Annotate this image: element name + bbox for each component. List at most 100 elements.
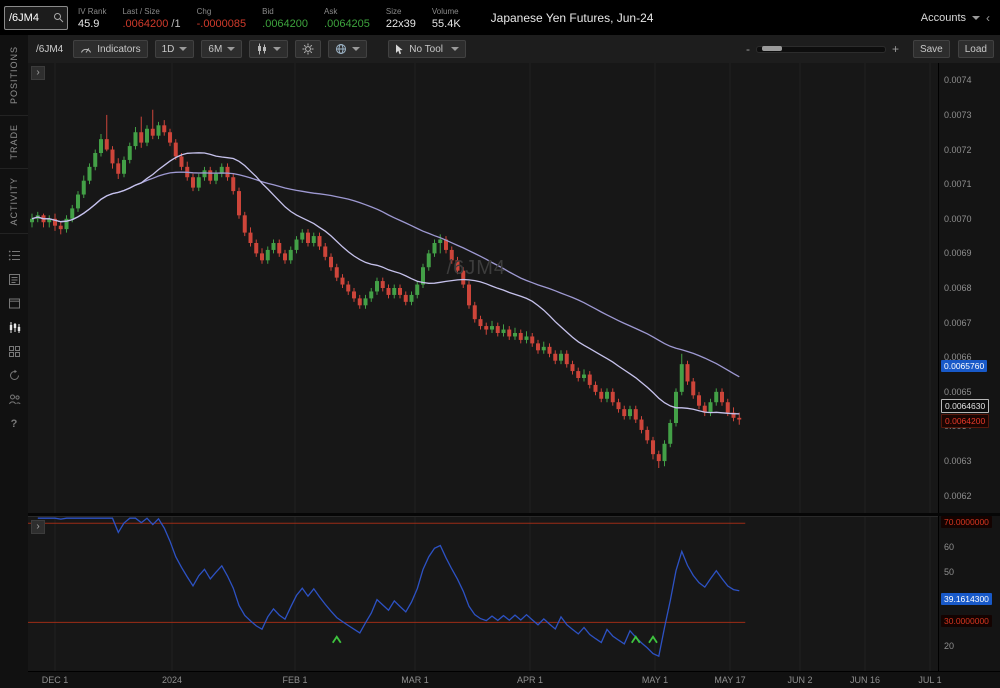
- candle-body: [433, 243, 437, 253]
- candle-body: [410, 295, 414, 302]
- stat-label: IV Rank: [78, 6, 106, 17]
- accounts-menu[interactable]: Accounts ‹: [921, 11, 990, 25]
- stat-ask: Ask.0064205: [324, 6, 370, 30]
- candle-body: [490, 326, 494, 329]
- candle-body: [375, 281, 379, 291]
- candle-body: [203, 170, 207, 177]
- load-button[interactable]: Load: [958, 40, 994, 58]
- time-tick-label: FEB 1: [282, 675, 307, 685]
- chart-symbol-label: /6JM4: [36, 44, 63, 55]
- candle-body: [145, 129, 149, 143]
- candle-body: [594, 385, 598, 392]
- zoom-slider-handle[interactable]: [762, 46, 782, 51]
- rsi-chart[interactable]: [28, 517, 938, 672]
- price-level-badge: 0.0065760: [941, 360, 987, 372]
- cursor-icon: [395, 44, 404, 55]
- candle-body: [128, 146, 132, 160]
- top-quote-bar: IV Rank45.9Last / Size.0064200 /1Chg-.00…: [0, 0, 1000, 35]
- rsi-line: [38, 518, 740, 656]
- candle-body: [174, 143, 178, 157]
- candle-body: [686, 364, 690, 381]
- price-axis[interactable]: 0.00740.00730.00720.00710.00700.00690.00…: [938, 63, 1000, 513]
- candle-body: [657, 454, 661, 461]
- price-tick-label: 0.0072: [944, 145, 972, 155]
- vertical-gridlines: [55, 63, 930, 513]
- sidebar-item-activity[interactable]: ACTIVITY: [0, 169, 28, 234]
- gear-icon: [302, 43, 314, 55]
- stat-size: Size22x39: [386, 6, 416, 30]
- candle-body: [208, 170, 212, 180]
- zoom-in-button[interactable]: +: [892, 43, 899, 55]
- candle-body: [588, 375, 592, 385]
- zoom-out-button[interactable]: -: [746, 43, 750, 55]
- left-sidebar: POSITIONS TRADE ACTIVITY: [0, 35, 29, 688]
- panel-expand-button[interactable]: ›: [31, 66, 45, 80]
- time-tick-label: JUL 1: [918, 675, 941, 685]
- sync-icon[interactable]: [7, 368, 22, 383]
- candle-body: [651, 440, 655, 454]
- chart-type-dropdown[interactable]: [249, 40, 288, 58]
- globe-icon: [335, 43, 347, 55]
- zoom-slider[interactable]: [756, 46, 886, 53]
- panel-expand-button[interactable]: ›: [31, 520, 45, 534]
- buy-signal-arrows: [333, 637, 657, 643]
- price-tick-label: 0.0063: [944, 456, 972, 466]
- sidebar-item-positions[interactable]: POSITIONS: [0, 35, 28, 116]
- watchlist-icon[interactable]: [7, 248, 22, 263]
- price-level-badge: 0.0064630: [941, 399, 989, 413]
- candle-body: [157, 125, 161, 135]
- time-tick-label: JUN 2: [787, 675, 812, 685]
- zoom-control: - +: [746, 43, 899, 55]
- symbol-input[interactable]: [5, 12, 53, 24]
- chart-settings-button[interactable]: [295, 40, 321, 58]
- apps-grid-icon[interactable]: [7, 344, 22, 359]
- candle-body: [387, 288, 391, 295]
- save-button[interactable]: Save: [913, 40, 950, 58]
- candle-body: [105, 139, 109, 149]
- symbol-search-box[interactable]: [4, 6, 68, 30]
- range-dropdown[interactable]: 6M: [201, 40, 242, 58]
- stat-volume: Volume55.4K: [432, 6, 461, 30]
- collapse-panel-icon[interactable]: ‹: [986, 11, 990, 25]
- candle-body: [415, 285, 419, 295]
- rsi-tick-label: 60: [944, 542, 954, 552]
- price-chart-panel: /6JM4 ›: [28, 63, 938, 513]
- candle-body: [122, 160, 126, 174]
- chart-toolbar: /6JM4 Indicators 1D 6M: [28, 35, 1000, 64]
- window-icon[interactable]: [7, 296, 22, 311]
- up-arrow-icon: [649, 637, 657, 643]
- drawing-tool-dropdown[interactable]: No Tool: [388, 40, 466, 58]
- session-dropdown[interactable]: [328, 40, 367, 58]
- timeframe-dropdown[interactable]: 1D: [155, 40, 195, 58]
- up-arrow-icon: [632, 637, 640, 643]
- candle-body: [329, 257, 333, 267]
- candlestick-chart[interactable]: [28, 63, 938, 513]
- candle-body: [628, 409, 632, 416]
- chevron-down-icon: [227, 47, 235, 51]
- rsi-axis[interactable]: 60502070.000000030.000000039.1614300: [938, 516, 1000, 671]
- follow-traders-icon[interactable]: [7, 392, 22, 407]
- candle-body: [697, 395, 701, 405]
- candle-body: [341, 278, 345, 285]
- price-tick-label: 0.0073: [944, 110, 972, 120]
- rsi-level-badge: 70.0000000: [941, 516, 992, 528]
- candle-body: [335, 267, 339, 277]
- candle-body: [323, 246, 327, 256]
- candle-body: [237, 191, 241, 215]
- candle-body: [640, 420, 644, 430]
- candle-body: [168, 132, 172, 142]
- candle-body: [404, 295, 408, 302]
- candle-body: [726, 402, 730, 412]
- trading-app-window: IV Rank45.9Last / Size.0064200 /1Chg-.00…: [0, 0, 1000, 688]
- candle-body: [364, 298, 368, 305]
- candle-body: [300, 233, 304, 240]
- stat-label: Bid: [262, 6, 308, 17]
- candle-body: [553, 354, 557, 361]
- rsi-tick-label: 20: [944, 641, 954, 651]
- journal-icon[interactable]: [7, 272, 22, 287]
- chart-grid-icon[interactable]: [7, 320, 22, 335]
- indicators-button[interactable]: Indicators: [73, 40, 147, 58]
- sidebar-item-trade[interactable]: TRADE: [0, 116, 28, 169]
- time-axis[interactable]: DEC 12024FEB 1MAR 1APR 1MAY 1MAY 17JUN 2…: [28, 671, 1000, 688]
- help-icon[interactable]: ?: [7, 416, 22, 431]
